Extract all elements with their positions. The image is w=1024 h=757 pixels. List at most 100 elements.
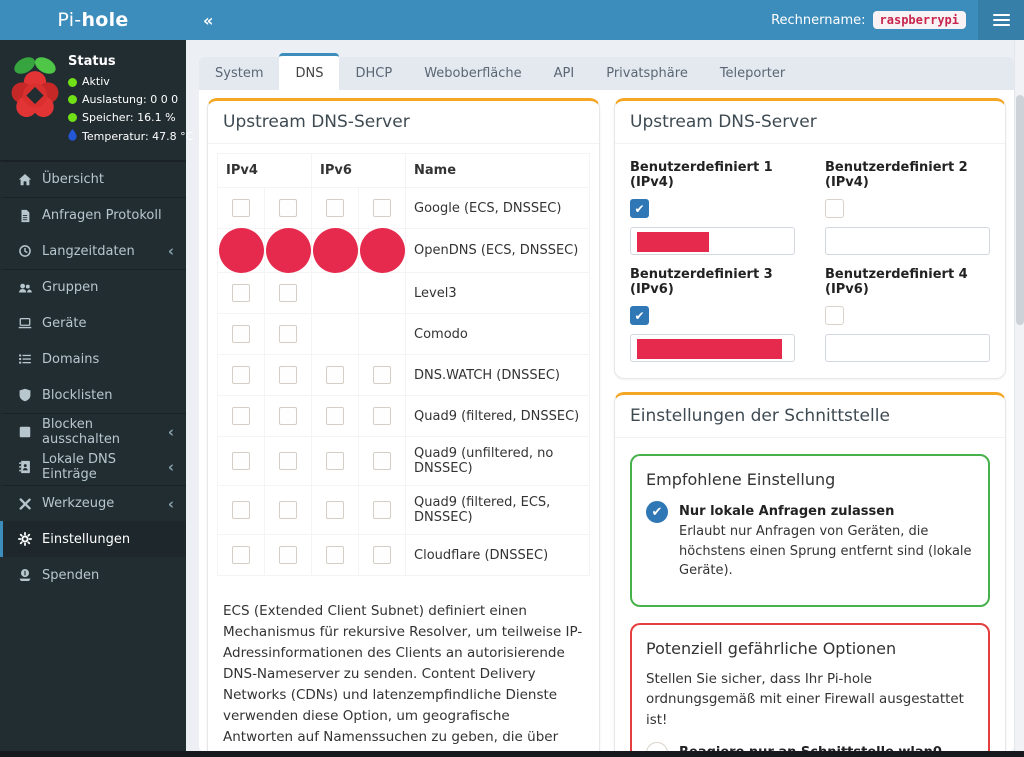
logo-text-bold: hole	[81, 9, 129, 31]
vertical-scrollbar[interactable]	[1014, 40, 1024, 751]
tab-privatsphäre[interactable]: Privatsphäre	[590, 57, 704, 90]
checkbox-cell	[358, 313, 406, 355]
ipv6-checkbox[interactable]	[373, 546, 391, 564]
column-header-ipv6: IPv6	[311, 153, 406, 188]
sidebar-item-label: Geräte	[42, 315, 87, 331]
sidebar-item-label: Domains	[42, 351, 100, 367]
checkbox-cell	[311, 436, 359, 486]
custom-upstream-3-input[interactable]	[630, 334, 795, 362]
ipv6-checkbox[interactable]	[326, 546, 344, 564]
upstream-dns-table-card: Upstream DNS-Server IPv4 IPv6 Name Googl…	[207, 98, 600, 751]
tab-dns[interactable]: DNS	[279, 53, 340, 90]
ipv4-checkbox[interactable]	[279, 407, 297, 425]
checkbox-cell	[264, 534, 312, 576]
checkbox-cell	[217, 187, 265, 229]
ipv4-checkbox[interactable]	[279, 366, 297, 384]
status-line: Aktiv	[68, 75, 193, 89]
ipv4-checkbox[interactable]	[232, 501, 250, 519]
ipv4-checkbox[interactable]	[232, 325, 250, 343]
custom-upstream-1-checkbox[interactable]: ✔	[630, 199, 649, 218]
sidebar-item-domains[interactable]: Domains	[0, 341, 186, 377]
checkbox-cell	[217, 395, 265, 437]
checkbox-cell	[217, 485, 265, 535]
status-dot	[68, 95, 77, 105]
sidebar-item-label: Spenden	[42, 567, 100, 583]
ipv6-checkbox[interactable]	[326, 199, 344, 217]
ipv6-checkbox[interactable]	[373, 501, 391, 519]
checkbox-cell	[311, 187, 359, 229]
ipv4-checkbox[interactable]	[279, 199, 297, 217]
ipv4-checkbox[interactable]	[232, 546, 250, 564]
sidebar-collapse-icon[interactable]: «	[186, 0, 230, 40]
ipv6-checkbox[interactable]	[326, 407, 344, 425]
dns-provider-name: Cloudflare (DNSSEC)	[405, 534, 590, 576]
ipv4-checkbox[interactable]	[232, 284, 250, 302]
ipv4-checkbox[interactable]	[232, 366, 250, 384]
dns-provider-name: OpenDNS (ECS, DNSSEC)	[405, 228, 590, 273]
sidebar-item-anfragen-protokoll[interactable]: Anfragen Protokoll	[0, 197, 186, 233]
sidebar-item-einstellungen[interactable]: Einstellungen	[0, 521, 186, 558]
chevron-left-icon: ‹	[167, 242, 174, 261]
dns-provider-name: Quad9 (filtered, ECS, DNSSEC)	[405, 485, 590, 535]
sidebar-item-blocklisten[interactable]: Blocklisten	[0, 377, 186, 413]
radio-local-requests[interactable]: ✔	[646, 501, 668, 523]
checkbox-cell	[358, 436, 406, 486]
ipv4-checkbox[interactable]	[232, 407, 250, 425]
checkbox-cell	[217, 354, 265, 396]
tab-api[interactable]: API	[538, 57, 591, 90]
sidebar-item-übersicht[interactable]: Übersicht	[0, 161, 186, 197]
sidebar-item-label: Übersicht	[42, 172, 104, 188]
tab-dhcp[interactable]: DHCP	[339, 57, 408, 90]
sidebar-item-lokale-dns-einträge[interactable]: Lokale DNS Einträge ‹	[0, 449, 186, 485]
ipv4-checkbox[interactable]	[279, 501, 297, 519]
sidebar-item-blocken-ausschalten[interactable]: Blocken ausschalten ‹	[0, 413, 186, 449]
custom-upstream-field: Benutzerdefiniert 4 (IPv6)	[825, 259, 990, 362]
tab-system[interactable]: System	[199, 57, 279, 90]
custom-upstream-4-input[interactable]	[825, 334, 990, 362]
custom-upstream-1-input[interactable]	[630, 227, 795, 255]
checkbox-cell	[358, 228, 406, 273]
ipv6-checkbox[interactable]	[373, 199, 391, 217]
custom-upstream-4-checkbox[interactable]	[825, 306, 844, 325]
redaction-circle	[359, 228, 405, 273]
ipv6-checkbox[interactable]	[373, 407, 391, 425]
status-panel: Status Aktiv Auslastung: 0 0 0 Speicher: 1…	[0, 40, 193, 162]
ipv6-checkbox[interactable]	[373, 366, 391, 384]
hamburger-menu-icon[interactable]	[978, 0, 1024, 40]
ipv4-checkbox[interactable]	[232, 452, 250, 470]
ipv4-checkbox[interactable]	[279, 546, 297, 564]
tab-teleporter[interactable]: Teleporter	[704, 57, 801, 90]
scrollbar-thumb[interactable]	[1016, 95, 1024, 325]
upstream-dns-table: IPv4 IPv6 Name Google (ECS, DNSSEC) OpenD…	[217, 153, 590, 576]
radio-reagiere-nur-an-schnittstelle-wlan0[interactable]	[646, 741, 668, 751]
sidebar-item-langzeitdaten[interactable]: Langzeitdaten ‹	[0, 233, 186, 269]
tab-weboberfläche[interactable]: Weboberfläche	[408, 57, 537, 90]
ipv4-checkbox[interactable]	[279, 325, 297, 343]
ipv4-checkbox[interactable]	[279, 452, 297, 470]
custom-upstream-2-input[interactable]	[825, 227, 990, 255]
sidebar-item-spenden[interactable]: Spenden	[0, 557, 186, 593]
checkbox-cell	[358, 485, 406, 535]
status-lines: Aktiv Auslastung: 0 0 0 Speicher: 16.1 % Te…	[68, 75, 193, 144]
hostname-label: Rechnername:	[771, 12, 866, 28]
sidebar-item-label: Werkzeuge	[42, 496, 115, 512]
ipv6-checkbox[interactable]	[373, 452, 391, 470]
stop-icon	[18, 425, 42, 439]
ipv6-checkbox[interactable]	[326, 366, 344, 384]
table-row: Google (ECS, DNSSEC)	[217, 187, 590, 229]
custom-upstream-2-checkbox[interactable]	[825, 199, 844, 218]
ipv6-checkbox[interactable]	[326, 501, 344, 519]
ipv6-checkbox[interactable]	[326, 452, 344, 470]
chevron-left-icon: ‹	[167, 458, 174, 477]
sidebar-item-werkzeuge[interactable]: Werkzeuge ‹	[0, 485, 186, 521]
ipv4-checkbox[interactable]	[279, 284, 297, 302]
sidebar-item-geräte[interactable]: Geräte	[0, 305, 186, 341]
sidebar-item-gruppen[interactable]: Gruppen	[0, 269, 186, 305]
custom-upstream-3-checkbox[interactable]: ✔	[630, 306, 649, 325]
checkbox-cell	[311, 485, 359, 535]
redaction-circle	[265, 228, 311, 273]
pihole-logo[interactable]: Pi-hole	[0, 0, 186, 40]
interface-settings-card: Einstellungen der Schnittstelle Empfohle…	[614, 392, 1006, 751]
checkbox-cell	[311, 272, 359, 314]
ipv4-checkbox[interactable]	[232, 199, 250, 217]
